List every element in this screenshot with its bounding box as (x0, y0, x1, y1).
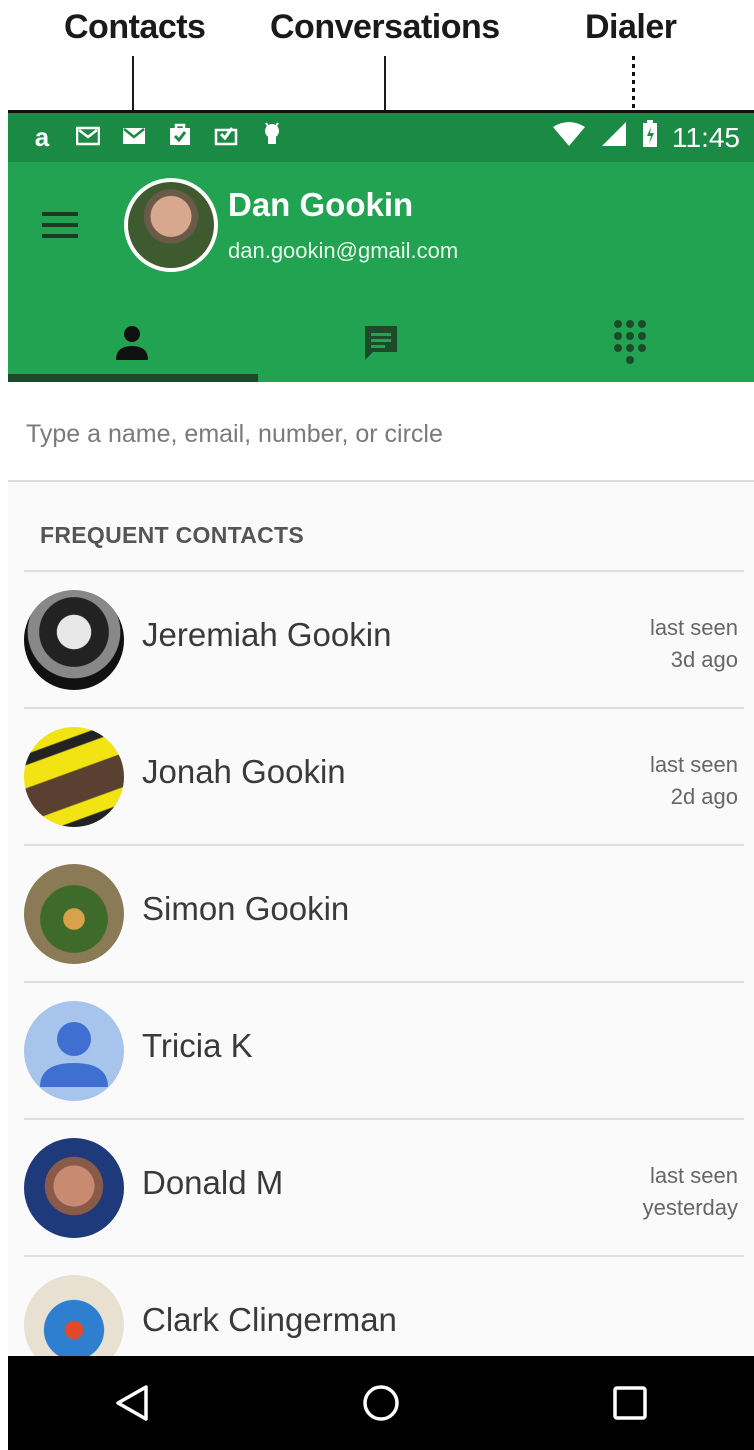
last-seen: last seen yesterday (642, 1163, 738, 1220)
app-bar: Dan Gookin dan.gookin@gmail.com (8, 162, 754, 382)
shopping-bag-icon (168, 122, 192, 153)
clock: 11:45 (672, 121, 740, 153)
search-bar (8, 382, 754, 482)
profile-avatar[interactable] (124, 178, 218, 272)
section-header-frequent: FREQUENT CONTACTS (40, 522, 305, 548)
recents-icon[interactable] (590, 1363, 670, 1443)
search-input[interactable] (26, 412, 726, 456)
contact-name: Simon Gookin (142, 890, 350, 927)
contact-avatar-default (24, 1001, 124, 1101)
signal-icon (600, 121, 628, 154)
phone-screen: a 11:45 Dan Gookin dan.gookin@gmail.com … (8, 110, 754, 1450)
tab-conversations[interactable] (257, 306, 506, 382)
tab-bar (8, 306, 754, 382)
status-bar: a 11:45 (8, 110, 754, 162)
contact-row-tricia[interactable]: Tricia K (24, 981, 744, 1118)
contact-name: Jonah Gookin (142, 753, 346, 790)
contact-name: Tricia K (142, 1027, 253, 1064)
chat-icon (361, 322, 401, 367)
contact-row-simon[interactable]: Simon Gookin (24, 844, 744, 981)
menu-icon[interactable] (42, 212, 78, 238)
inbox-check-icon (214, 122, 238, 153)
selected-tab-indicator (8, 374, 258, 382)
last-seen: last seen 2d ago (649, 752, 738, 809)
battery-charging-icon (642, 120, 658, 155)
contact-row-donald[interactable]: Donald M last seen yesterday (24, 1118, 744, 1255)
mail-icon (122, 122, 146, 153)
dialpad-icon (610, 318, 650, 371)
contact-name: Clark Clingerman (142, 1301, 397, 1338)
system-status: 11:45 (552, 120, 740, 155)
amazon-icon: a (34, 122, 50, 152)
last-seen: last seen 3d ago (649, 615, 738, 672)
callout-conversations-label: Conversations (270, 8, 500, 46)
system-nav-bar (8, 1356, 754, 1450)
contact-name: Jeremiah Gookin (142, 616, 392, 653)
contact-name: Donald M (142, 1164, 284, 1201)
contact-avatar (24, 864, 124, 964)
contact-list: Jeremiah Gookin last seen 3d ago Jonah G… (8, 570, 754, 1392)
wifi-icon (552, 121, 586, 154)
profile-name[interactable]: Dan Gookin (228, 186, 413, 224)
contact-row-jonah[interactable]: Jonah Gookin last seen 2d ago (24, 707, 744, 844)
callout-dialer-label: Dialer (585, 8, 677, 46)
contact-avatar (24, 1138, 124, 1238)
callout-contacts-label: Contacts (64, 8, 206, 46)
tab-dialer[interactable] (505, 306, 754, 382)
home-icon[interactable] (341, 1363, 421, 1443)
back-icon[interactable] (92, 1363, 172, 1443)
person-icon (112, 322, 152, 367)
notification-icons: a (30, 122, 284, 153)
android-icon (260, 122, 284, 153)
contact-row-jeremiah[interactable]: Jeremiah Gookin last seen 3d ago (24, 570, 744, 707)
contact-avatar (24, 727, 124, 827)
gmail-icon (75, 122, 101, 153)
profile-email: dan.gookin@gmail.com (228, 238, 459, 263)
contact-avatar (24, 590, 124, 690)
tab-contacts[interactable] (8, 306, 257, 382)
